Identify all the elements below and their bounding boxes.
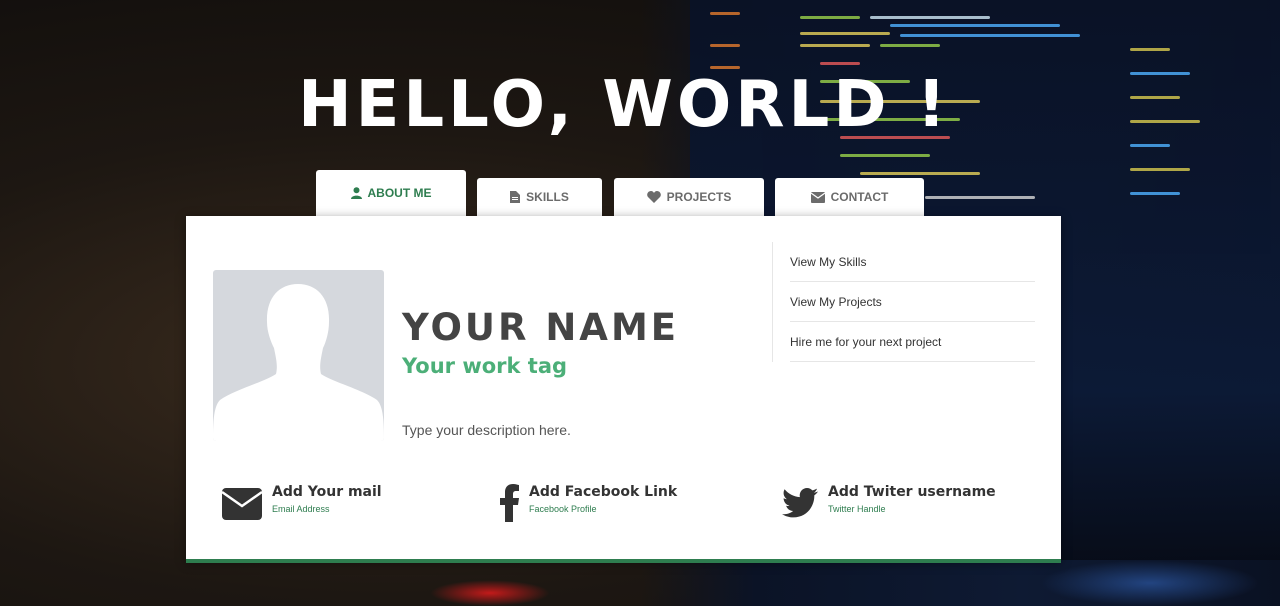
contact-title: Add Twiter username xyxy=(828,484,996,500)
twitter-icon xyxy=(782,488,818,523)
heart-icon xyxy=(646,191,661,203)
tab-about-me[interactable]: ABOUT ME xyxy=(316,170,466,216)
contact-subtitle: Email Address xyxy=(272,504,330,514)
profile-card: YOUR NAME Your work tag Type your descri… xyxy=(186,216,1061,561)
tab-label: SKILLS xyxy=(526,190,569,204)
envelope-icon xyxy=(810,191,825,203)
profile-description: Type your description here. xyxy=(402,422,571,438)
side-link-label: View My Skills xyxy=(790,255,867,269)
side-link-view-skills[interactable]: View My Skills xyxy=(790,243,1035,282)
tab-skills[interactable]: SKILLS xyxy=(477,178,602,216)
tab-projects[interactable]: PROJECTS xyxy=(614,178,764,216)
avatar-placeholder-icon xyxy=(213,284,384,441)
facebook-icon xyxy=(500,484,520,527)
avatar xyxy=(213,270,384,441)
tab-label: ABOUT ME xyxy=(367,186,432,200)
document-icon xyxy=(510,191,521,203)
contact-title: Add Facebook Link xyxy=(529,484,678,500)
side-link-label: Hire me for your next project xyxy=(790,335,942,349)
profile-work-tag: Your work tag xyxy=(402,354,568,378)
side-link-hire-me[interactable]: Hire me for your next project xyxy=(790,323,1035,362)
contact-subtitle: Twitter Handle xyxy=(828,504,886,514)
hero-title: HELLO, WORLD ! xyxy=(298,68,950,142)
user-icon xyxy=(350,187,362,199)
background-glow-red xyxy=(430,580,550,606)
side-link-view-projects[interactable]: View My Projects xyxy=(790,283,1035,322)
envelope-icon xyxy=(221,488,263,525)
tab-contact[interactable]: CONTACT xyxy=(775,178,924,216)
tab-label: CONTACT xyxy=(830,190,889,204)
profile-name: YOUR NAME xyxy=(402,306,680,349)
contact-subtitle: Facebook Profile xyxy=(529,504,597,514)
tab-label: PROJECTS xyxy=(666,190,732,204)
background-glow-blue xyxy=(1040,560,1260,606)
card-accent-bar xyxy=(186,559,1061,563)
contact-title: Add Your mail xyxy=(272,484,382,500)
side-link-label: View My Projects xyxy=(790,295,882,309)
side-links: View My Skills View My Projects Hire me … xyxy=(772,242,1035,362)
